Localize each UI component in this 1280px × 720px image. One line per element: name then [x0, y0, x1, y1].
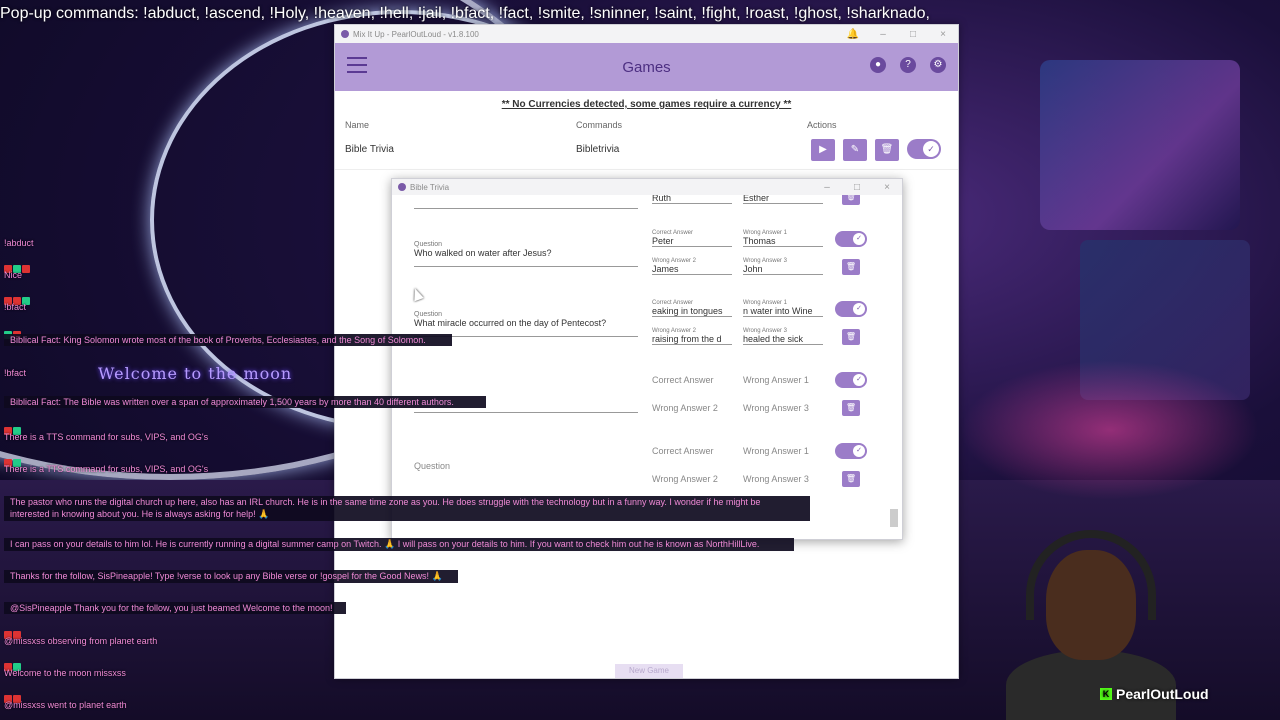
scrollbar[interactable] [890, 197, 898, 537]
game-name: Bible Trivia [345, 144, 394, 155]
column-actions: Actions [807, 120, 837, 130]
close-icon[interactable]: × [928, 29, 958, 40]
welcome-sign: Welcome to the moon [98, 364, 293, 383]
gear-icon[interactable]: ⚙ [930, 57, 946, 73]
help-icon[interactable]: ? [900, 57, 916, 73]
command-ticker: Pop-up commands: !abduct, !ascend, !Holy… [0, 5, 930, 22]
chat-message: Thanks for the follow, SisPineapple! Typ… [4, 570, 458, 583]
chat-overlay: !abduct Nice !bfact Biblical Fact: King … [0, 238, 820, 718]
wrong-answer-1-field[interactable]: Esther [743, 195, 823, 203]
bell-icon[interactable]: ● [870, 57, 886, 73]
dialog-titlebar: Bible Trivia – □ × [392, 179, 902, 195]
check-icon: ✓ [853, 233, 865, 245]
streamer-name: PearlOutLoud [1116, 686, 1209, 702]
check-icon: ✓ [923, 140, 939, 157]
close-icon[interactable]: × [872, 182, 902, 193]
bell-icon-small[interactable]: 🔔 [838, 29, 868, 40]
window-title: Mix It Up - PearlOutLoud - v1.8.100 [353, 29, 479, 39]
chat-message: Biblical Fact: King Solomon wrote most o… [4, 334, 452, 346]
chat-message: interested in knowing about you. He is a… [4, 508, 810, 521]
chat-badges [4, 658, 64, 671]
check-icon: ✓ [853, 303, 865, 315]
chat-message: I can pass on your details to him lol. H… [4, 538, 794, 551]
maximize-icon[interactable]: □ [898, 29, 928, 40]
chat-badges [4, 454, 64, 467]
check-icon: ✓ [853, 374, 865, 386]
chat-message: !bfact [4, 368, 27, 378]
chat-message: !abduct [4, 238, 34, 248]
maximize-icon[interactable]: □ [842, 182, 872, 193]
chat-message: !bfact [4, 302, 27, 312]
question-enable-toggle[interactable]: ✓ [835, 443, 867, 459]
scrollbar-thumb[interactable] [890, 509, 898, 527]
question-enable-toggle[interactable]: ✓ [835, 372, 867, 388]
chat-message: There is a TTS command for subs, VIPS, a… [4, 464, 209, 474]
check-icon: ✓ [853, 445, 865, 457]
app-logo-icon [398, 183, 406, 191]
headset [1026, 530, 1156, 620]
dialog-title: Bible Trivia [410, 182, 450, 192]
question-enable-toggle[interactable]: ✓ [835, 231, 867, 247]
chat-message: The pastor who runs the digital church u… [4, 496, 810, 508]
correct-answer-field[interactable]: Ruth [652, 195, 732, 203]
delete-question-button[interactable]: 🗑 [842, 329, 860, 345]
delete-question-button[interactable]: 🗑 [842, 471, 860, 487]
chat-message: @SisPineapple Thank you for the follow, … [4, 602, 346, 614]
enable-toggle[interactable]: ✓ [907, 138, 941, 159]
window-titlebar: Mix It Up - PearlOutLoud - v1.8.100 🔔 – … [335, 25, 958, 43]
chat-badges [4, 292, 64, 305]
edit-button[interactable]: ✎ [843, 138, 867, 161]
minimize-icon[interactable]: – [868, 29, 898, 40]
streamer-body [1006, 650, 1176, 720]
game-command: Bibletrivia [576, 144, 620, 155]
table-row: Bible Trivia Bibletrivia ▶ ✎ 🗑 ✓ [335, 130, 958, 170]
table-header: Name Commands Actions [335, 120, 958, 130]
chat-message: Welcome to the moon missxss [4, 668, 126, 678]
delete-button[interactable]: 🗑 [875, 138, 899, 161]
delete-question-button[interactable]: 🗑 [842, 400, 860, 416]
pink-glow [960, 360, 1260, 500]
play-button[interactable]: ▶ [811, 138, 835, 161]
question-field[interactable] [414, 195, 638, 209]
currency-warning: ** No Currencies detected, some games re… [501, 99, 792, 110]
delete-question-button[interactable]: 🗑 [842, 195, 860, 205]
chat-badges [4, 260, 64, 273]
page-title: Games [622, 58, 671, 76]
chat-message: @missxss observing from planet earth [4, 636, 158, 646]
question-enable-toggle[interactable]: ✓ [835, 301, 867, 317]
column-name: Name [345, 120, 370, 130]
minimize-icon[interactable]: – [812, 182, 842, 193]
column-commands: Commands [576, 120, 623, 130]
menu-icon[interactable] [347, 57, 367, 73]
chat-badges [4, 326, 64, 339]
app-header: Games ● ? ⚙ [335, 43, 958, 91]
app-logo-icon [341, 30, 349, 38]
chat-message: @missxss went to planet earth [4, 700, 127, 710]
chat-message: Biblical Fact: The Bible was written ove… [4, 396, 486, 408]
delete-question-button[interactable]: 🗑 [842, 259, 860, 275]
space-window [1040, 60, 1240, 230]
chat-badges [4, 690, 64, 703]
streamer-name-tag: K PearlOutLoud [1100, 686, 1209, 702]
chat-badges [4, 422, 64, 435]
chat-message: Nice [4, 270, 23, 280]
kick-icon: K [1100, 688, 1112, 700]
chat-message: There is a TTS command for subs, VIPS, a… [4, 432, 209, 442]
chat-badges [4, 626, 64, 639]
